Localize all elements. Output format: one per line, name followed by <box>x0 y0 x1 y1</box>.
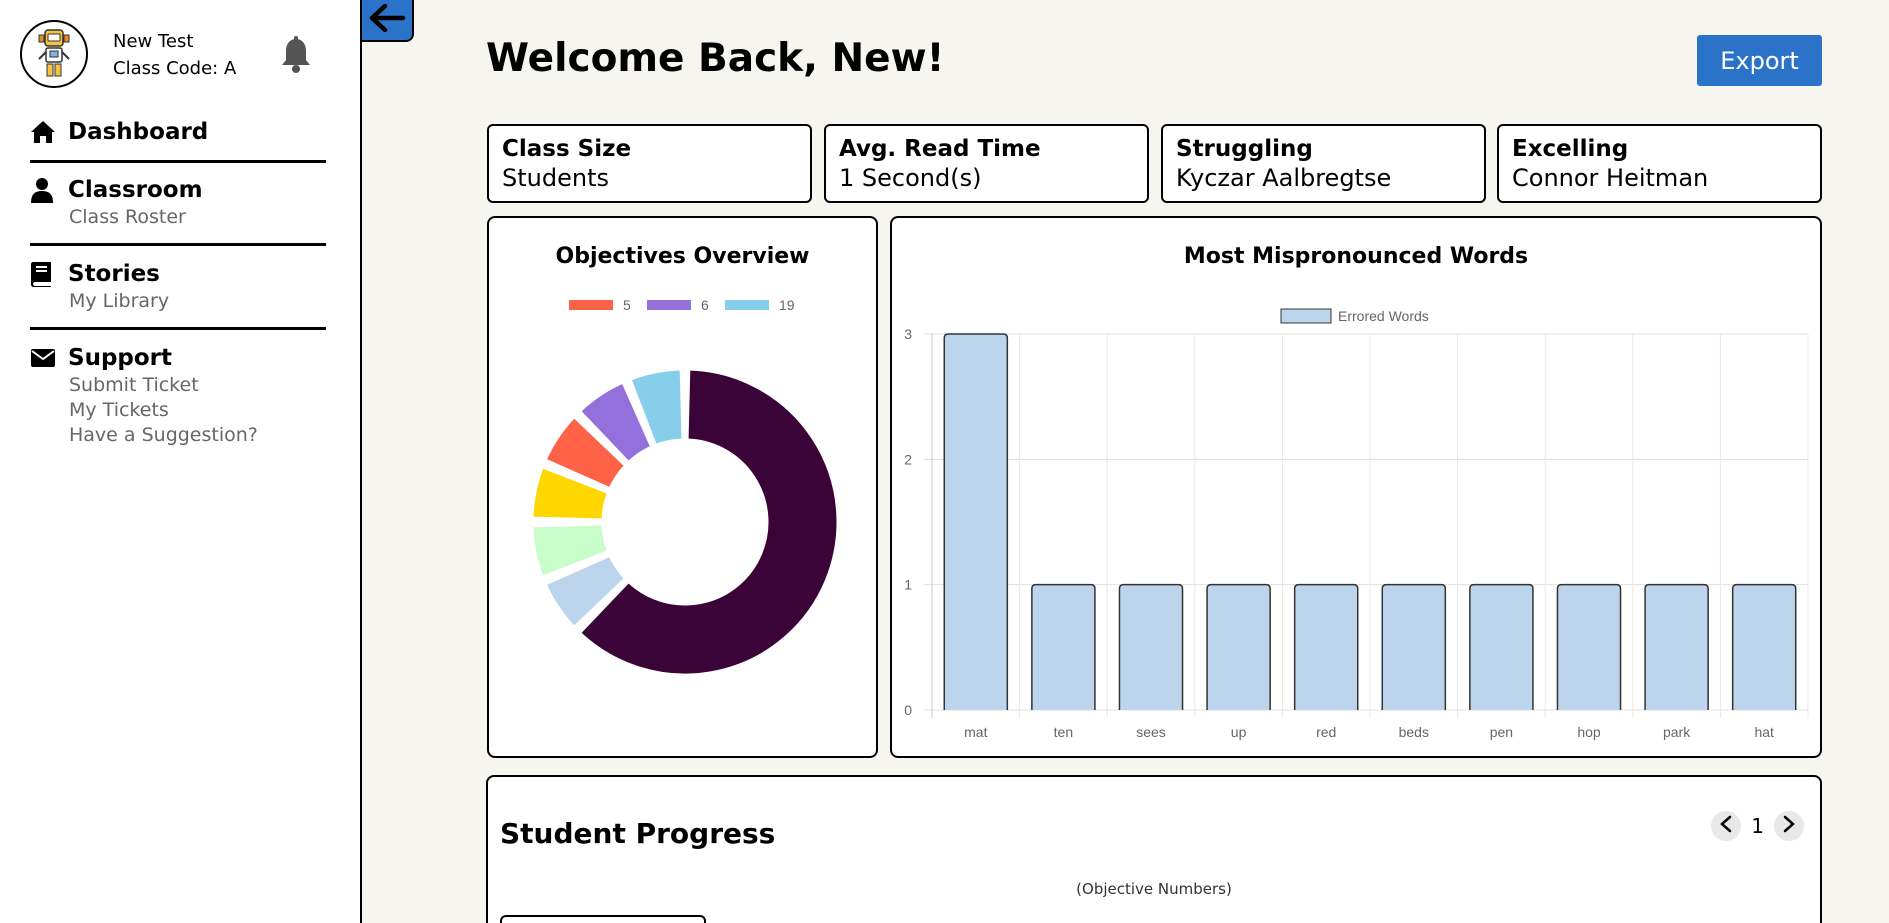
bar-mat[interactable] <box>943 333 1009 710</box>
prev-page-button[interactable] <box>1711 811 1742 841</box>
page-title: Welcome Back, New! <box>486 36 945 81</box>
student-progress-title: Student Progress <box>500 817 776 850</box>
sidebar-item-my-library[interactable]: My Library <box>69 289 326 314</box>
legend-label-3[interactable]: 3 <box>747 282 755 285</box>
bar-park[interactable] <box>1644 583 1709 710</box>
legend-swatch-errored-words[interactable] <box>1280 308 1332 324</box>
x-tick-label-beds: beds <box>1399 724 1429 740</box>
student-progress-chart <box>500 915 706 923</box>
objectives-title: Objectives Overview <box>555 244 810 269</box>
book-icon <box>30 261 58 287</box>
legend-label-4[interactable]: 4 <box>825 282 833 285</box>
sidebar-item-support[interactable]: Support <box>30 343 326 373</box>
student-progress-card: Student Progress 1 (Objective Numbers) <box>486 775 1822 923</box>
stat-card-struggling: Struggling Kyczar Aalbregtse <box>1161 124 1486 203</box>
sidebar-item-classroom[interactable]: Classroom <box>30 175 326 205</box>
sidebar-section-classroom: Classroom Class Roster <box>30 175 326 246</box>
sidebar-item-my-tickets[interactable]: My Tickets <box>69 398 326 423</box>
sidebar-item-dashboard[interactable]: Dashboard <box>30 117 326 147</box>
objective-numbers-caption: (Objective Numbers) <box>1076 880 1232 898</box>
robot-avatar-icon[interactable] <box>20 20 88 88</box>
y-tick-label: 1 <box>904 577 912 593</box>
bar-ten[interactable] <box>1031 583 1096 710</box>
user-name: New Test <box>113 31 194 52</box>
next-page-button[interactable] <box>1774 811 1804 841</box>
legend-label-errored-words[interactable]: Errored Words <box>1338 308 1429 324</box>
legend-label-1[interactable]: 1 <box>591 282 599 285</box>
x-tick-label-ten: ten <box>1054 724 1073 740</box>
y-tick-label: 3 <box>904 326 912 342</box>
arrow-left-icon <box>369 3 406 36</box>
class-code: Class Code: A <box>113 58 237 79</box>
bar-beds[interactable] <box>1381 583 1447 710</box>
x-tick-label-park: park <box>1663 724 1691 740</box>
x-tick-label-up: up <box>1231 724 1247 740</box>
sidebar-section-support: Support Submit Ticket My Tickets Have a … <box>30 343 326 453</box>
sidebar-section-stories: Stories My Library <box>30 259 326 330</box>
sidebar: New Test Class Code: A Dashboard Classro… <box>0 0 362 923</box>
sidebar-label-support: Support <box>68 345 173 371</box>
page-number: 1 <box>1751 814 1764 838</box>
bar-pen[interactable] <box>1469 583 1534 710</box>
bar-hat[interactable] <box>1731 583 1797 710</box>
stat-value: Students <box>502 164 609 192</box>
chevron-left-icon <box>1719 815 1733 837</box>
y-tick-label: 2 <box>904 451 912 467</box>
bar-sees[interactable] <box>1118 583 1184 710</box>
x-tick-label-hat: hat <box>1754 724 1774 740</box>
mispronounced-words-card: Most Mispronounced Words Errored Words 0 1… <box>890 216 1822 758</box>
bar-red[interactable] <box>1293 583 1359 710</box>
sidebar-label-stories: Stories <box>68 261 160 287</box>
mispronounced-title: Most Mispronounced Words <box>1183 244 1529 269</box>
user-icon <box>30 177 58 203</box>
objectives-donut-chart: 1 2 3 4 5 6 19 <box>530 282 840 677</box>
export-button[interactable]: Export <box>1697 35 1822 86</box>
envelope-icon <box>30 345 58 371</box>
sidebar-item-suggestion[interactable]: Have a Suggestion? <box>69 423 326 448</box>
legend-label-19[interactable]: 19 <box>779 297 795 313</box>
collapse-sidebar-button[interactable] <box>362 0 414 42</box>
legend-swatch-5[interactable] <box>569 300 613 310</box>
legend-label-6[interactable]: 6 <box>701 297 709 313</box>
legend-label-2[interactable]: 2 <box>669 282 677 285</box>
y-tick-label: 0 <box>904 702 912 718</box>
sidebar-label-dashboard: Dashboard <box>68 119 209 145</box>
mispronounced-bar-chart: Errored Words 0 1 2 3 mat ten sees up red beds pen h… <box>904 308 1809 740</box>
sidebar-item-submit-ticket[interactable]: Submit Ticket <box>69 373 326 398</box>
stat-value: Connor Heitman <box>1512 164 1709 192</box>
legend-label-5[interactable]: 5 <box>623 297 631 313</box>
sidebar-label-classroom: Classroom <box>68 177 203 203</box>
sidebar-item-stories[interactable]: Stories <box>30 259 326 289</box>
bar-hop[interactable] <box>1556 583 1622 710</box>
sidebar-item-class-roster[interactable]: Class Roster <box>69 205 326 230</box>
x-tick-label-mat: mat <box>964 724 987 740</box>
bar-up[interactable] <box>1206 583 1271 710</box>
home-icon <box>30 119 58 145</box>
stat-value: 1 Second(s) <box>839 164 982 192</box>
stat-card-class-size: Class Size Students <box>487 124 812 203</box>
stat-label: Excelling <box>1512 136 1629 162</box>
x-tick-label-pen: pen <box>1490 724 1513 740</box>
pagination: 1 <box>1711 811 1804 841</box>
stat-label: Avg. Read Time <box>839 136 1041 162</box>
x-tick-label-sees: sees <box>1136 724 1166 740</box>
stat-value: Kyczar Aalbregtse <box>1176 164 1392 192</box>
legend-swatch-19[interactable] <box>725 300 769 310</box>
x-tick-label-red: red <box>1316 724 1336 740</box>
profile: New Test Class Code: A <box>20 20 360 90</box>
legend-swatch-6[interactable] <box>647 300 691 310</box>
chevron-right-icon <box>1782 815 1796 837</box>
stat-label: Struggling <box>1176 136 1313 162</box>
bell-icon[interactable] <box>280 36 312 74</box>
sidebar-section-dashboard: Dashboard <box>30 117 326 163</box>
stat-label: Class Size <box>502 136 632 162</box>
x-tick-label-hop: hop <box>1577 724 1601 740</box>
stat-card-avg-read-time: Avg. Read Time 1 Second(s) <box>824 124 1149 203</box>
objectives-overview-card: Objectives Overview 1 2 3 4 5 6 19 <box>487 216 878 758</box>
stat-card-excelling: Excelling Connor Heitman <box>1497 124 1822 203</box>
